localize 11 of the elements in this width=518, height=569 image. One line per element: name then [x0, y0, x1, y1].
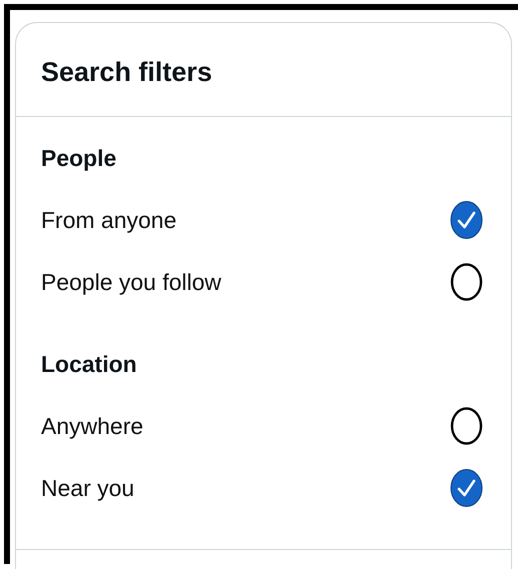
option-label: Anywhere	[41, 412, 144, 440]
section-heading: Location	[40, 350, 138, 379]
radio-button[interactable]	[450, 406, 483, 446]
option-label: Near you	[41, 474, 134, 502]
option-label: People you follow	[41, 268, 222, 296]
radio-button[interactable]	[450, 262, 483, 302]
section-heading: People	[40, 144, 118, 173]
radio-button[interactable]	[450, 468, 483, 508]
radio-button[interactable]	[450, 200, 483, 240]
option-label: From anyone	[41, 206, 177, 234]
panel-title: Search filters	[41, 57, 212, 88]
